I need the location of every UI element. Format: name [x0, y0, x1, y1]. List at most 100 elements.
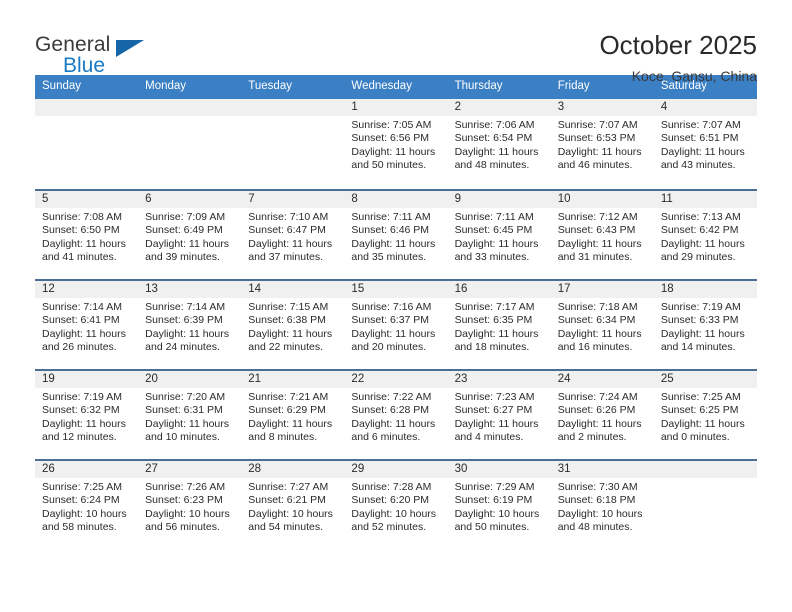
calendar-day-cell[interactable]: 17 Sunrise: 7:18 AM Sunset: 6:34 PM Dayligh…: [550, 281, 654, 369]
day-detail-line: Sunrise: 7:25 AM: [42, 481, 122, 493]
day-detail-line: and 16 minutes.: [557, 341, 633, 354]
day-detail-line: Sunrise: 7:14 AM: [42, 301, 122, 313]
calendar-day-cell[interactable]: 22 Sunrise: 7:22 AM Sunset: 6:28 PM Dayligh…: [344, 371, 448, 459]
day-detail-line: Sunrise: 7:18 AM: [557, 301, 638, 313]
day-detail-line: and 24 minutes.: [145, 341, 220, 354]
day-detail-line: Daylight: 11 hours: [660, 237, 745, 250]
day-detail-line: and 12 minutes.: [42, 431, 117, 444]
day-detail-line: Sunset: 6:37 PM: [351, 314, 430, 327]
calendar-day-cell[interactable]: 21 Sunrise: 7:21 AM Sunset: 6:29 PM Dayligh…: [241, 371, 345, 459]
calendar-day-cell[interactable]: 20 Sunrise: 7:20 AM Sunset: 6:31 PM Dayligh…: [138, 371, 242, 459]
weekday-header-row: Sunday Monday Tuesday Wednesday Thursday Frid…: [35, 75, 757, 99]
calendar-day-cell[interactable]: 11 Sunrise: 7:13 AM Sunset: 6:42 PM Dayligh…: [653, 191, 757, 279]
day-detail-line: and 6 minutes.: [351, 431, 421, 444]
day-detail-line: Sunset: 6:53 PM: [557, 132, 636, 145]
day-detail-line: Daylight: 11 hours: [454, 145, 539, 158]
day-detail-line: and 37 minutes.: [248, 251, 323, 264]
day-detail-line: and 58 minutes.: [42, 521, 117, 534]
day-details: Sunrise: 7:25 AM Sunset: 6:24 PM Daylight:…: [35, 478, 138, 535]
day-number: 27: [138, 461, 242, 478]
day-number: 10: [550, 191, 654, 208]
day-detail-line: Daylight: 10 hours: [42, 507, 127, 520]
day-detail-line: Sunrise: 7:17 AM: [454, 301, 535, 313]
calendar-table: Sunday Monday Tuesday Wednesday Thursday Frid…: [35, 75, 757, 549]
day-number: [653, 461, 757, 478]
calendar-day-cell-empty: [653, 461, 757, 549]
day-detail-line: and 56 minutes.: [145, 521, 220, 534]
day-detail-line: and 50 minutes.: [454, 521, 530, 534]
day-details: Sunrise: 7:11 AM Sunset: 6:45 PM Daylight:…: [448, 208, 551, 265]
calendar-day-cell[interactable]: 14 Sunrise: 7:15 AM Sunset: 6:38 PM Dayligh…: [241, 281, 345, 369]
day-detail-line: and 50 minutes.: [351, 159, 427, 172]
calendar-day-cell[interactable]: 5 Sunrise: 7:08 AM Sunset: 6:50 PM Daylight…: [35, 191, 139, 279]
calendar-day-cell-empty: [241, 99, 345, 189]
day-detail-line: and 41 minutes.: [42, 251, 117, 264]
day-detail-line: Sunrise: 7:23 AM: [454, 391, 535, 403]
calendar-day-cell[interactable]: 31 Sunrise: 7:30 AM Sunset: 6:18 PM Dayligh…: [550, 461, 654, 549]
day-detail-line: Sunset: 6:42 PM: [660, 224, 739, 237]
calendar-day-cell[interactable]: 6 Sunrise: 7:09 AM Sunset: 6:49 PM Daylight…: [138, 191, 242, 279]
day-number: 30: [447, 461, 551, 478]
calendar-day-cell[interactable]: 1 Sunrise: 7:05 AM Sunset: 6:56 PM Daylight…: [344, 99, 448, 189]
day-number: 16: [447, 281, 551, 298]
day-detail-line: and 48 minutes.: [454, 159, 530, 172]
calendar-day-cell[interactable]: 27 Sunrise: 7:26 AM Sunset: 6:23 PM Dayligh…: [138, 461, 242, 549]
day-number: 25: [653, 371, 757, 388]
day-detail-line: Sunset: 6:23 PM: [145, 494, 223, 507]
calendar-day-cell[interactable]: 16 Sunrise: 7:17 AM Sunset: 6:35 PM Dayligh…: [447, 281, 551, 369]
calendar-day-cell[interactable]: 24 Sunrise: 7:24 AM Sunset: 6:26 PM Dayligh…: [550, 371, 654, 459]
calendar-day-cell[interactable]: 12 Sunrise: 7:14 AM Sunset: 6:41 PM Dayligh…: [35, 281, 139, 369]
day-detail-line: Sunrise: 7:19 AM: [42, 391, 122, 403]
day-number: [138, 99, 242, 116]
day-number: 19: [35, 371, 139, 388]
calendar-day-cell[interactable]: 29 Sunrise: 7:28 AM Sunset: 6:20 PM Dayligh…: [344, 461, 448, 549]
calendar-day-cell[interactable]: 23 Sunrise: 7:23 AM Sunset: 6:27 PM Dayligh…: [447, 371, 551, 459]
day-details: Sunrise: 7:22 AM Sunset: 6:28 PM Daylight:…: [344, 388, 447, 445]
day-detail-line: and 33 minutes.: [454, 251, 530, 264]
day-detail-line: Daylight: 11 hours: [660, 145, 745, 158]
calendar-day-cell[interactable]: 28 Sunrise: 7:27 AM Sunset: 6:21 PM Dayligh…: [241, 461, 345, 549]
calendar-day-cell[interactable]: 15 Sunrise: 7:16 AM Sunset: 6:37 PM Dayligh…: [344, 281, 448, 369]
day-detail-line: Daylight: 10 hours: [248, 507, 333, 520]
day-detail-line: and 43 minutes.: [660, 159, 736, 172]
day-detail-line: Daylight: 10 hours: [351, 507, 437, 520]
day-details: Sunrise: 7:20 AM Sunset: 6:31 PM Daylight:…: [138, 388, 241, 445]
calendar-day-cell[interactable]: 4 Sunrise: 7:07 AM Sunset: 6:51 PM Daylight…: [653, 99, 757, 189]
calendar-day-cell[interactable]: 3 Sunrise: 7:07 AM Sunset: 6:53 PM Daylight…: [550, 99, 654, 189]
calendar-day-cell[interactable]: 30 Sunrise: 7:29 AM Sunset: 6:19 PM Dayligh…: [447, 461, 551, 549]
day-detail-line: Sunrise: 7:07 AM: [660, 119, 741, 131]
day-detail-line: Sunrise: 7:07 AM: [557, 119, 638, 131]
day-detail-line: Daylight: 11 hours: [351, 417, 436, 430]
calendar-day-cell[interactable]: 10 Sunrise: 7:12 AM Sunset: 6:43 PM Dayligh…: [550, 191, 654, 279]
calendar-day-cell[interactable]: 7 Sunrise: 7:10 AM Sunset: 6:47 PM Daylight…: [241, 191, 345, 279]
day-detail-line: Daylight: 11 hours: [557, 145, 642, 158]
day-details: Sunrise: 7:15 AM Sunset: 6:38 PM Daylight:…: [241, 298, 344, 355]
calendar-day-cell[interactable]: 19 Sunrise: 7:19 AM Sunset: 6:32 PM Dayligh…: [35, 371, 139, 459]
day-details: Sunrise: 7:16 AM Sunset: 6:37 PM Daylight:…: [344, 298, 447, 355]
day-detail-line: Sunrise: 7:27 AM: [248, 481, 329, 493]
day-detail-line: Sunset: 6:35 PM: [454, 314, 533, 327]
day-number: 29: [344, 461, 448, 478]
day-details: [654, 478, 757, 481]
day-details: Sunrise: 7:29 AM Sunset: 6:19 PM Daylight:…: [448, 478, 551, 535]
calendar-day-cell[interactable]: 8 Sunrise: 7:11 AM Sunset: 6:46 PM Daylight…: [344, 191, 448, 279]
day-detail-line: Daylight: 11 hours: [557, 327, 642, 340]
calendar-day-cell[interactable]: 2 Sunrise: 7:06 AM Sunset: 6:54 PM Daylight…: [447, 99, 551, 189]
day-details: Sunrise: 7:18 AM Sunset: 6:34 PM Daylight:…: [551, 298, 654, 355]
calendar-day-cell[interactable]: 13 Sunrise: 7:14 AM Sunset: 6:39 PM Dayligh…: [138, 281, 242, 369]
calendar-day-cell[interactable]: 9 Sunrise: 7:11 AM Sunset: 6:45 PM Daylight…: [447, 191, 551, 279]
day-details: Sunrise: 7:23 AM Sunset: 6:27 PM Daylight:…: [448, 388, 551, 445]
calendar-day-cell[interactable]: 26 Sunrise: 7:25 AM Sunset: 6:24 PM Dayligh…: [35, 461, 139, 549]
calendar-day-cell[interactable]: 18 Sunrise: 7:19 AM Sunset: 6:33 PM Dayligh…: [653, 281, 757, 369]
day-detail-line: Sunrise: 7:15 AM: [248, 301, 329, 313]
brand-logo[interactable]: General Blue: [35, 30, 165, 76]
calendar-day-cell[interactable]: 25 Sunrise: 7:25 AM Sunset: 6:25 PM Dayligh…: [653, 371, 757, 459]
day-detail-line: Daylight: 11 hours: [351, 145, 436, 158]
day-detail-line: and 54 minutes.: [248, 521, 323, 534]
day-number: 26: [35, 461, 139, 478]
day-detail-line: Daylight: 11 hours: [660, 327, 745, 340]
weekday-header-sunday: Sunday: [42, 80, 82, 92]
day-detail-line: Sunrise: 7:30 AM: [557, 481, 638, 493]
day-number: 23: [447, 371, 551, 388]
calendar-body: 1 Sunrise: 7:05 AM Sunset: 6:56 PM Daylight…: [35, 99, 757, 549]
